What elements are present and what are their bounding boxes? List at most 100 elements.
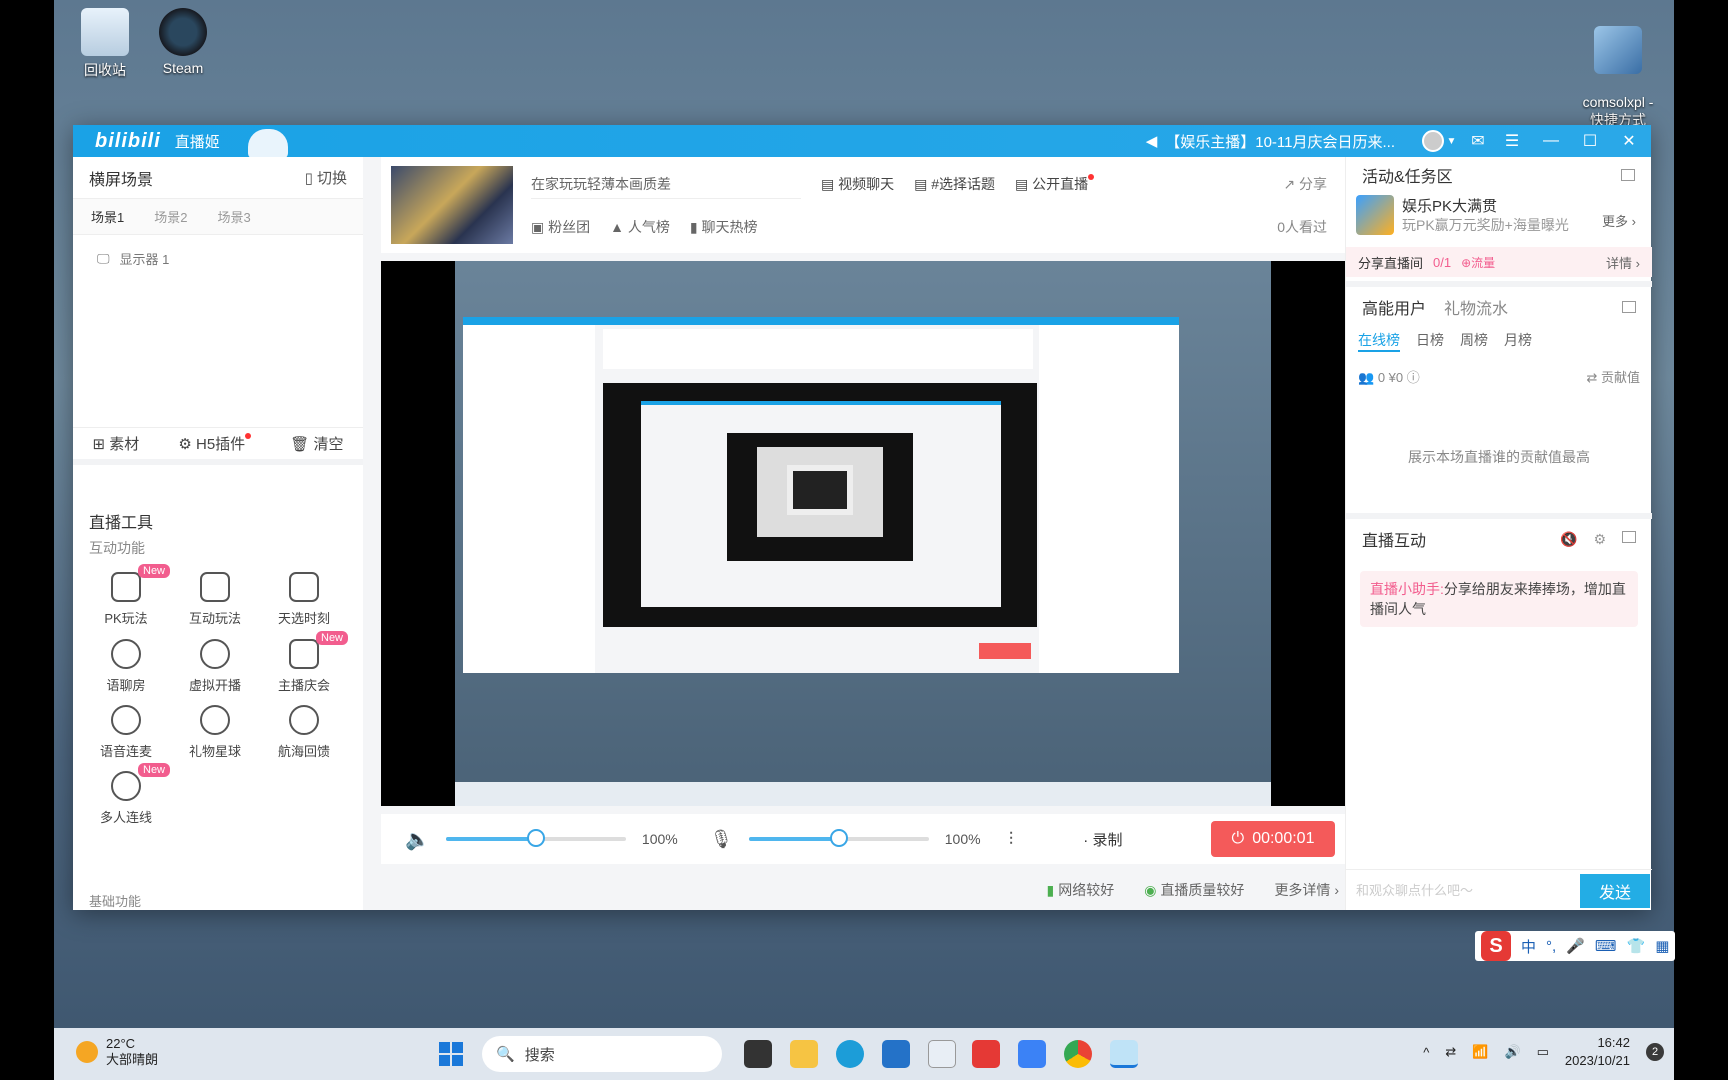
clear-button[interactable]: 🗑 清空 [290,433,343,454]
tab-weekly[interactable]: 周榜 [1460,330,1488,352]
scene-header: 横屏场景 ▯ 切换 [73,157,363,199]
send-button[interactable]: 发送 [1580,874,1650,908]
chat-hot-button[interactable]: ▮ 聊天热榜 [690,217,758,237]
mic-icon[interactable]: 🎙 [710,829,733,850]
record-button[interactable]: · 录制 [1083,829,1122,850]
mic-volume-knob[interactable] [829,829,848,847]
huawei-icon[interactable] [972,1040,1000,1068]
notification-badge[interactable]: 2 [1646,1043,1664,1061]
clock[interactable]: 16:42 2023/10/21 [1565,1034,1630,1070]
sun-icon [76,1041,98,1063]
sogou-logo-icon[interactable]: S [1481,931,1511,961]
popout-icon[interactable] [1621,169,1635,181]
share-button[interactable]: ↗ 分享 [1283,174,1327,194]
steam-shortcut[interactable]: Steam [138,8,228,76]
tab-scene-3[interactable]: 场景3 [217,207,250,226]
popularity-button[interactable]: ▲ 人气榜 [610,217,670,237]
wifi-icon[interactable]: 📶 [1472,1044,1488,1060]
comsol-shortcut[interactable]: comsolxpl - 快捷方式 [1568,10,1668,130]
tab-scene-2[interactable]: 场景2 [154,207,187,226]
mail-icon[interactable]: ✉ [1461,125,1495,157]
new-badge: New [138,564,171,578]
activity-card[interactable]: 娱乐PK大满贯 玩PK赢万元奖励+海量曝光 更多 › [1356,195,1646,237]
speaker-volume-knob[interactable] [526,829,545,847]
detail-link[interactable]: 详情 › [1606,253,1640,272]
public-live-button[interactable]: ▤ 公开直播 [1015,174,1095,194]
ime-chinese[interactable]: 中 [1521,936,1536,957]
chrome-icon[interactable] [1064,1040,1092,1068]
edge-icon[interactable] [836,1040,864,1068]
source-toolbar: ⊞ 素材 ⚙ H5插件 🗑 清空 [73,427,363,465]
source-item-monitor[interactable]: 🖵 显示器 1 [73,235,363,282]
switch-button[interactable]: ▯ 切换 [305,167,347,188]
room-cover[interactable] [391,166,513,244]
preview-live-button [979,643,1031,659]
live-preview[interactable] [381,261,1345,806]
tool-pk[interactable]: PK玩法 New [82,564,171,627]
category-button[interactable]: ▤ 视频聊天 [821,174,894,194]
tool-celebration[interactable]: 主播庆会 New [260,631,349,694]
stop-live-button[interactable]: ⏻ 00:00:01 [1211,821,1335,857]
popout-icon[interactable] [1622,530,1636,543]
tool-gift-planet[interactable]: 礼物星球 [171,705,259,760]
ime-toolbox-icon[interactable]: ▦ [1655,937,1669,955]
tool-voice-link[interactable]: 语音连麦 [82,705,170,760]
file-explorer-icon[interactable] [790,1040,818,1068]
weather-widget[interactable]: 22°C 大部晴朗 [76,1036,158,1068]
gear-icon[interactable]: ⚙ [1593,531,1606,548]
tool-virtual-live[interactable]: 虚拟开播 [171,639,259,694]
tray-app-icon[interactable]: ⇄ [1445,1044,1456,1060]
battery-icon[interactable]: ▭ [1537,1044,1549,1060]
task-view-icon[interactable] [744,1040,772,1068]
audio-controls: 🔈 100% 🎙 100% ⫶ · 录制 ⏻ 00:00:01 [381,814,1345,864]
comsol-icon [1594,26,1642,74]
more-details-link[interactable]: 更多详情 › [1274,880,1339,900]
ime-keyboard-icon[interactable]: ⌨ [1595,937,1617,955]
speaker-icon[interactable]: 🔈 [405,827,430,852]
tool-lottery[interactable]: 天选时刻 [260,572,348,627]
tab-monthly[interactable]: 月榜 [1504,330,1532,352]
mute-icon[interactable]: 🔇 [1560,531,1577,548]
room-title[interactable]: 在家玩玩轻薄本画质差 [531,174,801,199]
volume-icon[interactable]: 🔊 [1504,1044,1520,1060]
tab-high-energy[interactable]: 高能用户 [1362,301,1426,318]
cloud-icon[interactable] [1018,1040,1046,1068]
add-material-button[interactable]: ⊞ 素材 [93,433,140,454]
recycle-bin-shortcut[interactable]: 回收站 [60,8,150,80]
close-button[interactable]: ✕ [1607,125,1651,157]
contribution-toggle[interactable]: ⇄ 贡献值 [1586,367,1640,386]
store-icon[interactable] [882,1040,910,1068]
app-m-icon[interactable] [928,1040,956,1068]
ime-voice-icon[interactable]: 🎤 [1566,937,1585,955]
start-button[interactable] [439,1042,463,1066]
tab-online[interactable]: 在线榜 [1358,330,1400,352]
fan-group-button[interactable]: ▣ 粉丝团 [531,217,590,237]
tab-scene-1[interactable]: 场景1 [91,207,124,226]
topic-button[interactable]: ▤ #选择话题 [914,174,995,194]
tool-multi-link[interactable]: 多人连线 New [82,763,171,826]
avatar-menu[interactable]: ▼ [1417,125,1461,157]
maximize-button[interactable]: ☐ [1573,125,1607,157]
ime-skin-icon[interactable]: 👕 [1627,937,1646,955]
announcement[interactable]: ◀ 【娱乐主播】10-11月庆会日历来... [1146,131,1395,152]
chat-input[interactable]: 和观众聊点什么吧～ [1356,880,1473,899]
more-link[interactable]: 更多 › [1602,211,1636,230]
live-app-icon[interactable] [1110,1040,1138,1068]
tool-interactive[interactable]: 互动玩法 [171,572,259,627]
menu-icon[interactable]: ☰ [1495,125,1529,157]
ime-punct[interactable]: °, [1546,938,1556,955]
signal-icon: ▮ [1046,882,1055,898]
taskbar-search[interactable]: 🔍 搜索 [482,1036,722,1072]
tool-voice-room[interactable]: 语聊房 [82,639,170,694]
chat-row: 和观众聊点什么吧～ 发送 [1346,869,1652,909]
mic-volume-slider[interactable] [748,829,929,847]
tool-voyage-reward[interactable]: 航海回馈 [260,705,348,760]
mixer-icon[interactable]: ⫶ [1009,829,1014,850]
tab-gift-flow[interactable]: 礼物流水 [1444,301,1508,318]
h5-plugin-button[interactable]: ⚙ H5插件 [178,433,252,454]
chevron-up-icon[interactable]: ^ [1423,1045,1429,1060]
tab-daily[interactable]: 日榜 [1416,330,1444,352]
popout-icon[interactable] [1622,301,1636,313]
speaker-volume-slider[interactable] [445,829,626,847]
minimize-button[interactable]: — [1529,125,1573,157]
